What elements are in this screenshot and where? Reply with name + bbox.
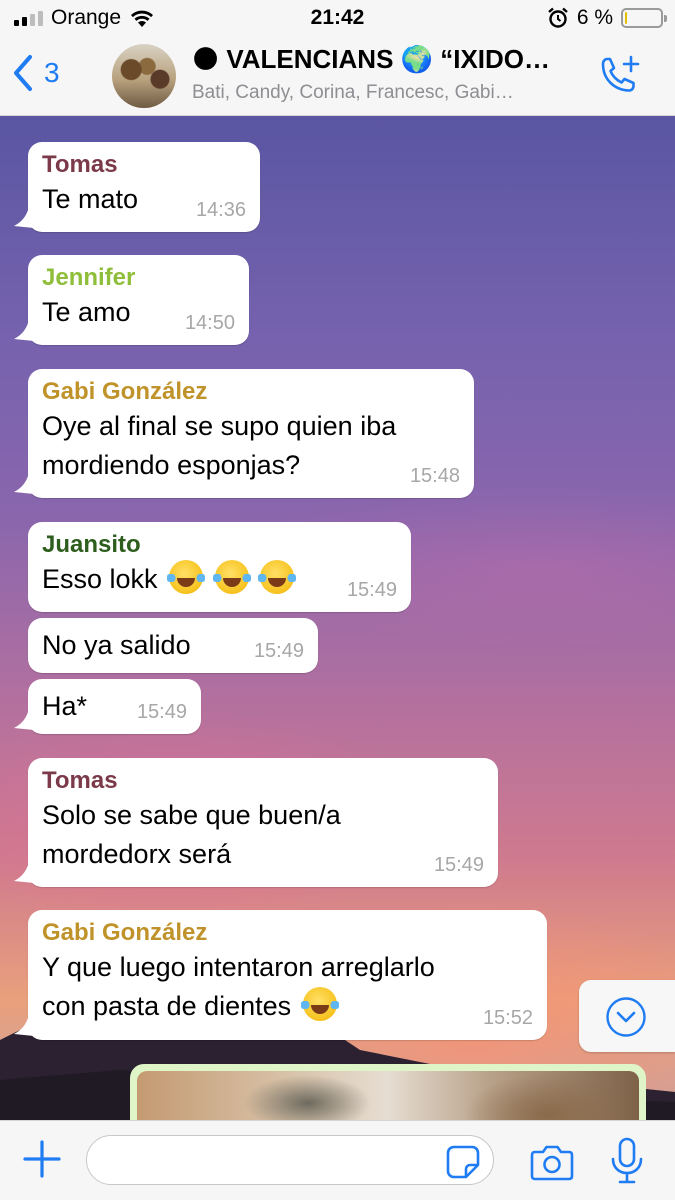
message-bubble[interactable]: Gabi González Y que luego intentaron arr… (14, 910, 547, 1040)
message-text: Esso lokk (42, 560, 397, 599)
message-time: 15:52 (482, 1007, 533, 1029)
message-text-line: Solo se sabe que buen/a (42, 800, 341, 830)
group-avatar[interactable] (112, 44, 176, 108)
tears-of-joy-emoji-icon (258, 560, 297, 594)
message-photo[interactable] (137, 1071, 639, 1120)
message-bubble[interactable]: Jennifer Te amo 14:50 (14, 255, 249, 345)
sender-name: Tomas (42, 151, 118, 178)
bubble-tail (14, 476, 34, 494)
status-bar: Orange 21:42 6 % (0, 0, 675, 36)
message-time: 15:49 (253, 640, 304, 662)
alarm-icon (548, 7, 568, 28)
camera-icon[interactable] (530, 1143, 574, 1181)
bubble-tail (14, 1018, 34, 1036)
chevron-down-circle-icon (606, 997, 646, 1037)
sender-name: Tomas (42, 767, 118, 794)
sender-name: Jennifer (42, 264, 136, 291)
bubble-tail (14, 712, 34, 730)
message-time: 15:49 (136, 701, 187, 723)
message-bubble[interactable]: No ya salido 15:49 (28, 618, 318, 673)
message-text-line: mordedorx será (42, 839, 232, 869)
chat-area[interactable]: Tomas Te mato 14:36 Jennifer Te amo 14:5… (0, 116, 675, 1120)
message-composer (0, 1120, 675, 1200)
message-time: 14:36 (195, 199, 246, 221)
battery-icon (621, 8, 667, 28)
chat-header: 3 🌑 VALENCIANS 🌍 “IXIDO… Bati, Candy, Co… (0, 36, 675, 116)
plus-icon[interactable] (22, 1139, 62, 1179)
sticker-icon[interactable] (446, 1145, 480, 1179)
group-title[interactable]: 🌑 VALENCIANS 🌍 “IXIDO… (192, 44, 592, 75)
bubble-tail (14, 210, 34, 228)
unread-count: 3 (44, 57, 60, 88)
microphone-icon[interactable] (608, 1137, 646, 1185)
add-call-icon[interactable] (597, 54, 643, 98)
message-bubble[interactable]: Ha* 15:49 (14, 679, 201, 734)
tears-of-joy-emoji-icon (300, 987, 339, 1021)
message-bubble[interactable]: Gabi González Oye al final se supo quien… (14, 369, 474, 498)
status-right: 6 % (547, 6, 667, 30)
tears-of-joy-emoji-icon (212, 560, 251, 594)
message-bubble[interactable]: Tomas Solo se sabe que buen/a mordedorx … (14, 758, 498, 887)
message-input[interactable] (86, 1135, 494, 1185)
tears-of-joy-emoji-icon (167, 560, 206, 594)
back-chevron-icon (14, 55, 32, 91)
sender-name: Juansito (42, 531, 141, 558)
bubble-tail (14, 865, 34, 883)
message-text-body: Esso lokk (42, 564, 158, 594)
message-text-line: con pasta de dientes (42, 987, 533, 1026)
battery-percent: 6 % (576, 6, 613, 29)
message-time: 14:50 (184, 312, 235, 334)
message-bubble[interactable]: Juansito Esso lokk 15:49 (28, 522, 411, 612)
group-members[interactable]: Bati, Candy, Corina, Francesc, Gabi… (192, 82, 592, 104)
message-text-line: Oye al final se supo quien iba (42, 411, 397, 441)
back-button[interactable]: 3 (12, 54, 60, 92)
sender-name: Gabi González (42, 378, 208, 405)
message-text-body: con pasta de dientes (42, 991, 292, 1021)
outgoing-image-message[interactable] (130, 1064, 646, 1120)
message-time: 15:48 (409, 465, 460, 487)
message-text-line: mordiendo esponjas? (42, 450, 301, 480)
message-text-line: Y que luego intentaron arreglarlo (42, 952, 435, 982)
scroll-to-bottom-button[interactable] (579, 980, 675, 1052)
bubble-tail (14, 323, 34, 341)
message-bubble[interactable]: Tomas Te mato 14:36 (14, 142, 260, 232)
message-time: 15:49 (346, 579, 397, 601)
message-time: 15:49 (433, 854, 484, 876)
sender-name: Gabi González (42, 919, 208, 946)
